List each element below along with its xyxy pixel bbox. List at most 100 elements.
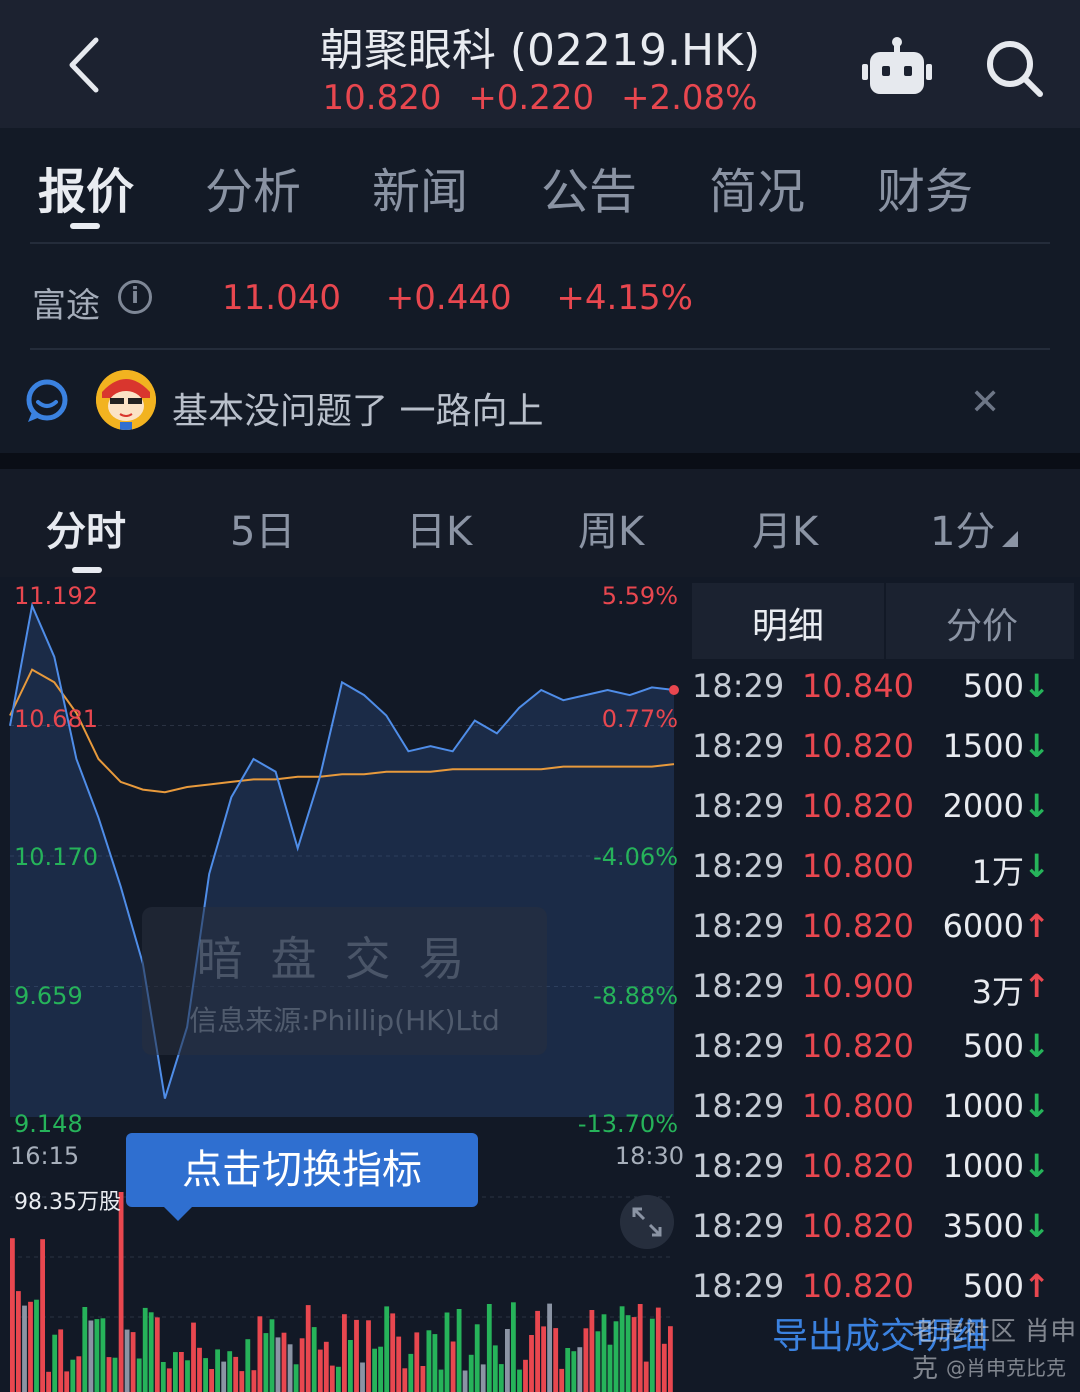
volume-bar [474, 1324, 480, 1392]
tab-quote[interactable]: 报价 [38, 152, 134, 222]
volume-bar [227, 1351, 233, 1392]
section-gap [0, 453, 1080, 469]
trade-price: 10.820 [802, 787, 914, 825]
volume-bar [191, 1322, 196, 1392]
tab-5day[interactable]: 5日 [230, 499, 295, 557]
volume-bar [402, 1368, 408, 1392]
robot-icon[interactable] [862, 36, 932, 98]
arrow-down-icon: ↓ [1023, 1087, 1050, 1125]
handle-watermark: @肖申克比克 [946, 1356, 1066, 1380]
tab-profile[interactable]: 简况 [709, 152, 805, 222]
trade-time: 18:29 [692, 667, 785, 705]
volume-bar [209, 1369, 214, 1392]
volume-bar [52, 1334, 58, 1392]
switch-indicator-tooltip[interactable]: 点击切换指标 [126, 1133, 478, 1207]
volume-bar [88, 1320, 94, 1392]
trade-price: 10.840 [802, 667, 914, 705]
tab-separator [884, 583, 886, 659]
volume-bar [571, 1351, 577, 1392]
trade-row: 18:29 10.840 500 ↓ [686, 667, 1080, 727]
volume-bar [607, 1344, 613, 1392]
volume-bar [293, 1364, 299, 1392]
volume-bar [34, 1299, 39, 1392]
volume-bar [100, 1318, 106, 1392]
volume-bar [505, 1329, 510, 1392]
volume-bar [372, 1348, 377, 1392]
volume-bar [275, 1337, 281, 1392]
futu-price: 11.040 [222, 278, 341, 318]
volume-bar [179, 1352, 184, 1392]
volume-bar [299, 1338, 305, 1392]
close-icon[interactable]: ✕ [970, 382, 1000, 423]
tab-news[interactable]: 新闻 [372, 152, 468, 222]
arrow-down-icon: ↓ [1023, 667, 1050, 705]
tab-1min[interactable]: 1分 [930, 499, 995, 557]
volume-bar [197, 1347, 202, 1392]
volume-bar [124, 1329, 130, 1392]
price-label-top: 11.192 [14, 582, 98, 610]
volume-bar [535, 1310, 540, 1392]
volume-bar [118, 1192, 124, 1392]
volume-bar [384, 1306, 390, 1392]
volume-bar [426, 1330, 432, 1392]
trade-price: 10.820 [802, 1027, 914, 1065]
volume-bar [311, 1327, 317, 1392]
tab-financials[interactable]: 财务 [877, 152, 973, 222]
arrow-up-icon: ↑ [1023, 1267, 1050, 1305]
intraday-chart[interactable]: 11.192 10.681 10.170 9.659 9.148 5.59% 0… [0, 577, 686, 1392]
tab-monthly-k[interactable]: 月K [752, 499, 818, 557]
volume-bar [82, 1307, 88, 1392]
tab-daily-k[interactable]: 日K [406, 499, 472, 557]
volume-bar [245, 1339, 251, 1392]
search-icon[interactable] [982, 36, 1046, 100]
volume-bar [456, 1309, 462, 1392]
arrow-down-icon: ↓ [1023, 1147, 1050, 1185]
volume-bar [317, 1349, 323, 1392]
volume-bar [559, 1368, 565, 1392]
volume-bar [661, 1343, 667, 1392]
volume-bar [583, 1328, 589, 1392]
info-icon[interactable]: i [118, 280, 152, 314]
volume-bar [257, 1316, 263, 1392]
volume-bar [619, 1306, 625, 1392]
tab-price-dist[interactable]: 分价 [946, 597, 1018, 649]
volume-bar [130, 1332, 136, 1392]
trade-volume: 500 [962, 1027, 1024, 1065]
trade-detail-panel: 明细 分价 18:29 10.840 500 ↓ 18:29 10.820 1500 ↓ 18:… [686, 577, 1080, 1392]
volume-bar [366, 1320, 371, 1392]
tab-announcements[interactable]: 公告 [541, 152, 637, 222]
volume-bar [166, 1368, 172, 1392]
tab-analysis[interactable]: 分析 [205, 152, 301, 222]
volume-bar [517, 1369, 522, 1392]
trade-time: 18:29 [692, 1027, 785, 1065]
header: 朝聚眼科 (02219.HK) 10.820 +0.220 +2.08% [0, 0, 1080, 128]
tab-intraday[interactable]: 分时 [46, 499, 126, 557]
volume-bar [565, 1348, 571, 1392]
volume-bar [106, 1357, 112, 1392]
volume-bar [281, 1332, 287, 1392]
volume-bar [480, 1364, 486, 1392]
comment-text[interactable]: 基本没问题了 一路向上 [172, 382, 543, 434]
tab-weekly-k[interactable]: 周K [578, 499, 644, 557]
dropdown-triangle-icon[interactable] [1002, 531, 1018, 547]
trade-time: 18:29 [692, 1087, 785, 1125]
trade-time: 18:29 [692, 847, 785, 885]
trade-time: 18:29 [692, 907, 785, 945]
avatar[interactable] [96, 370, 156, 430]
volume-label: 98.35万股 [14, 1190, 121, 1215]
trade-row: 18:29 10.800 1000 ↓ [686, 1087, 1080, 1147]
tab-detail[interactable]: 明细 [752, 597, 824, 649]
volume-bar [553, 1328, 559, 1392]
volume-bar [643, 1361, 649, 1392]
volume-bar [625, 1315, 631, 1392]
volume-bar [649, 1318, 655, 1392]
volume-bar [233, 1356, 239, 1392]
pct-label-4: -8.88% [593, 982, 678, 1010]
pct-label-top: 5.59% [601, 582, 678, 610]
volume-bar [203, 1358, 208, 1392]
expand-icon[interactable] [620, 1195, 674, 1249]
volume-bar [450, 1341, 456, 1392]
watermark-source: 信息来源:Phillip(HK)Ltd [189, 1004, 500, 1037]
volume-bar [136, 1358, 142, 1392]
arrow-up-icon: ↑ [1023, 907, 1050, 945]
